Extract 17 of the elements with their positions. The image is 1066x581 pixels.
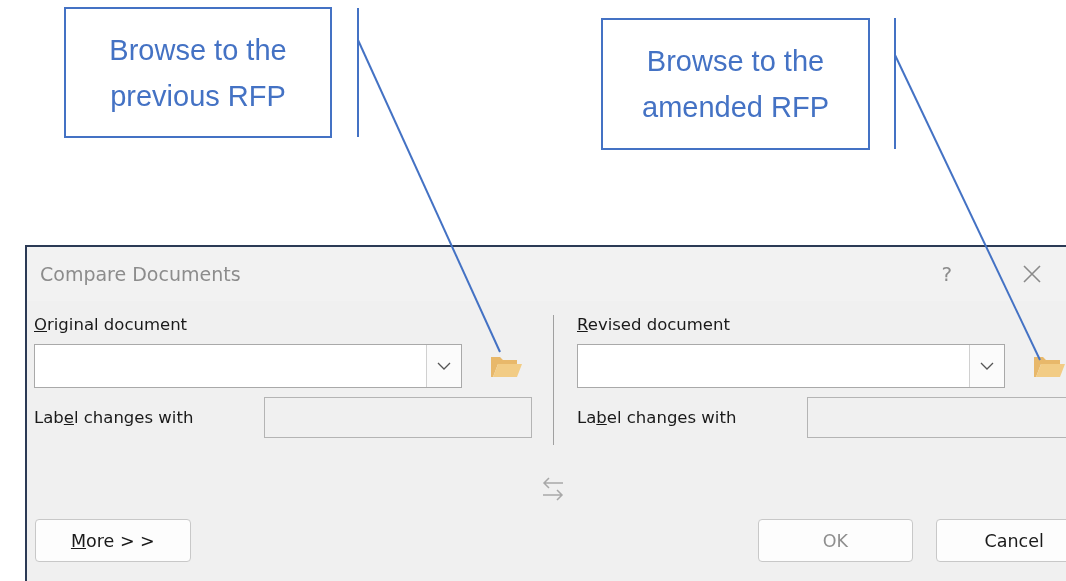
field-label: Label changes with (34, 407, 194, 428)
field-label: Original document (34, 315, 189, 335)
window-title: Compare Documents (40, 263, 242, 285)
close-icon[interactable] (1022, 264, 1042, 284)
field-label: Revised document (577, 315, 731, 335)
cancel-button[interactable]: Cancel (936, 519, 1066, 562)
document-dropdown[interactable] (577, 344, 1005, 388)
swap-icon[interactable] (541, 475, 565, 503)
callout-box: Browse to the previous RFP (64, 7, 332, 138)
label-input-field[interactable] (807, 397, 1066, 438)
callout-box: Browse to the amended RFP (601, 18, 870, 150)
chevron-down-icon (980, 362, 994, 370)
document-dropdown[interactable] (34, 344, 462, 388)
field-label: Label changes with (577, 407, 737, 428)
more-button[interactable]: More > > (35, 519, 191, 562)
label-input-field[interactable] (264, 397, 532, 438)
chevron-down-icon (437, 362, 451, 370)
